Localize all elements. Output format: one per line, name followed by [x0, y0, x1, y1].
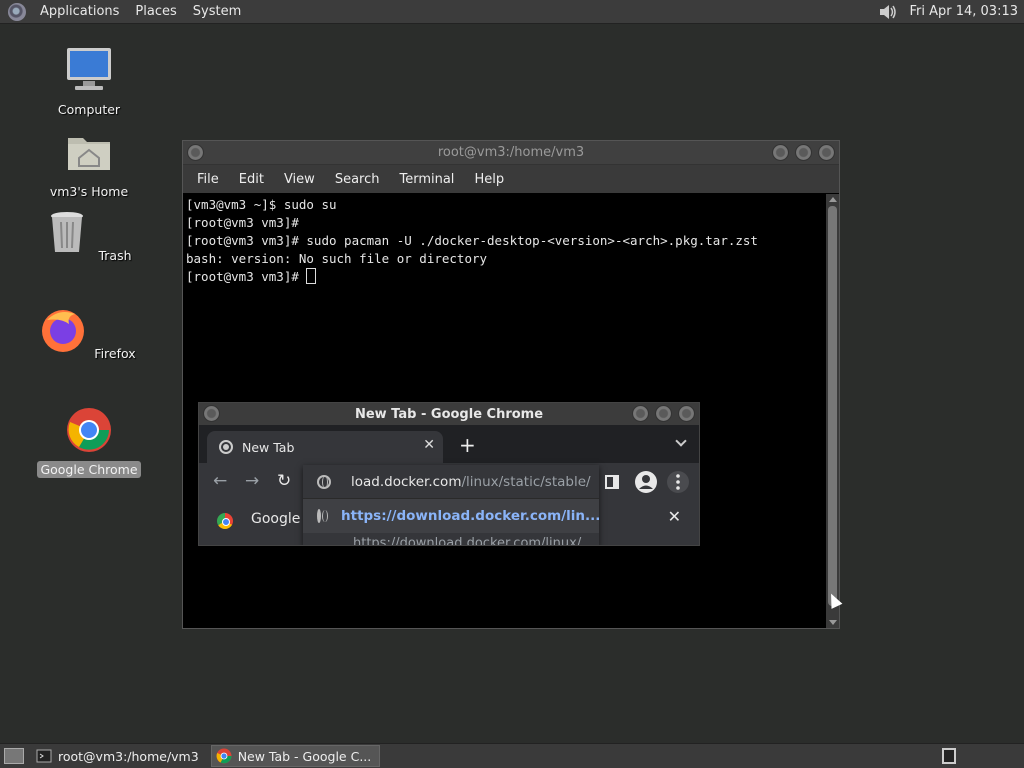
- top-panel: Applications Places System Fri Apr 14, 0…: [0, 0, 1024, 24]
- omnibox-input[interactable]: load.docker.com/linux/static/stable/: [303, 465, 599, 499]
- desktop-icon-label: Firefox: [94, 346, 136, 361]
- google-logo-icon: [217, 513, 233, 529]
- taskbar-item-label: New Tab - Google C...: [237, 748, 372, 764]
- omnibox-suggestion[interactable]: https://download.docker.com/lin...: [303, 499, 601, 533]
- close-icon[interactable]: [678, 405, 695, 422]
- desktop-icon-label: Computer: [57, 102, 121, 117]
- taskbar-item-label: root@vm3:/home/vm3: [58, 748, 199, 764]
- chrome-titlebar[interactable]: New Tab - Google Chrome: [199, 403, 699, 425]
- terminal-line: [vm3@vm3 ~]$ sudo su: [186, 197, 337, 212]
- tab-new-tab[interactable]: New Tab ✕: [207, 431, 443, 463]
- desktop-icon-trash[interactable]: Trash: [34, 208, 144, 264]
- desktop-icon-chrome[interactable]: Google Chrome: [34, 406, 144, 478]
- desktop-icon-label: Google Chrome: [37, 461, 141, 478]
- tab-strip: New Tab ✕ +: [199, 425, 699, 463]
- terminal-prompt-line: [root@vm3 vm3]#: [186, 268, 827, 286]
- bottom-taskbar: root@vm3:/home/vm3 New Tab - Google C...: [0, 743, 1024, 768]
- desktop-icon-label: Trash: [98, 248, 132, 263]
- omnibox-suggestion[interactable]: https://download.docker.com/linux/: [303, 533, 599, 545]
- terminal-prompt: [root@vm3 vm3]#: [186, 269, 307, 284]
- workspace-switcher-icon[interactable]: [942, 748, 956, 764]
- globe-icon: [317, 474, 331, 489]
- desktop-icon-label: vm3's Home: [49, 184, 129, 199]
- terminal-titlebar[interactable]: root@vm3:/home/vm3: [183, 141, 839, 165]
- computer-icon: [67, 48, 111, 90]
- tab-label: New Tab: [242, 439, 295, 455]
- new-tab-plus-icon[interactable]: +: [459, 433, 476, 457]
- terminal-scrollbar[interactable]: [826, 194, 839, 628]
- globe-icon: [317, 509, 328, 523]
- scroll-down-icon[interactable]: [829, 620, 837, 625]
- volume-icon[interactable]: [877, 2, 899, 22]
- minimize-icon[interactable]: [772, 144, 789, 161]
- kebab-menu-icon[interactable]: [667, 471, 689, 493]
- desktop-icon-firefox[interactable]: Firefox: [34, 306, 144, 362]
- tab-search-chevron-icon[interactable]: [675, 435, 687, 447]
- menu-view[interactable]: View: [274, 172, 325, 187]
- clock[interactable]: Fri Apr 14, 03:13: [909, 4, 1018, 19]
- terminal-window[interactable]: root@vm3:/home/vm3 File Edit View Search…: [182, 140, 840, 629]
- close-icon[interactable]: ✕: [668, 507, 681, 526]
- tab-close-icon[interactable]: ✕: [423, 437, 435, 453]
- menu-help[interactable]: Help: [464, 172, 514, 187]
- menu-edit[interactable]: Edit: [229, 172, 274, 187]
- close-icon[interactable]: [818, 144, 835, 161]
- chrome-icon: [216, 748, 232, 764]
- menu-applications[interactable]: Applications: [32, 4, 127, 19]
- firefox-icon: [42, 310, 85, 352]
- menu-search[interactable]: Search: [325, 172, 390, 187]
- terminal-line: [root@vm3 vm3]# sudo pacman -U ./docker-…: [186, 233, 758, 248]
- maximize-icon[interactable]: [795, 144, 812, 161]
- chrome-icon: [67, 408, 111, 452]
- distro-logo-icon[interactable]: [8, 2, 26, 21]
- home-folder-icon: [68, 138, 110, 170]
- terminal-line: [root@vm3 vm3]#: [186, 215, 299, 230]
- menu-system[interactable]: System: [185, 4, 249, 19]
- chrome-window[interactable]: New Tab - Google Chrome New Tab ✕ + ← → …: [198, 402, 700, 546]
- menu-file[interactable]: File: [187, 172, 229, 187]
- taskbar-item-terminal[interactable]: root@vm3:/home/vm3: [32, 745, 207, 767]
- maximize-icon[interactable]: [655, 405, 672, 422]
- suggestion-text: https://download.docker.com/lin...: [341, 508, 601, 524]
- omnibox-dropdown[interactable]: load.docker.com/linux/static/stable/ htt…: [303, 465, 601, 545]
- menu-places[interactable]: Places: [127, 4, 184, 19]
- terminal-title: root@vm3:/home/vm3: [437, 145, 585, 160]
- terminal-line: bash: version: No such file or directory: [186, 251, 488, 266]
- omnibox-text-host: load.docker.com: [351, 473, 462, 490]
- show-desktop-icon[interactable]: [4, 748, 24, 764]
- desktop-icon-home[interactable]: vm3's Home: [34, 128, 144, 200]
- side-panel-icon[interactable]: [605, 475, 619, 489]
- omnibox-text-path: /linux/static/stable/: [461, 473, 591, 490]
- window-menu-icon[interactable]: [203, 405, 220, 422]
- terminal-icon: [36, 749, 52, 763]
- google-shortcut-label[interactable]: Google: [251, 511, 300, 527]
- taskbar-item-chrome[interactable]: New Tab - Google C...: [210, 745, 381, 767]
- terminal-menubar: File Edit View Search Terminal Help: [183, 165, 839, 193]
- reload-icon[interactable]: ↻: [277, 471, 291, 491]
- profile-avatar-icon[interactable]: [635, 471, 657, 493]
- trash-icon: [51, 212, 84, 252]
- forward-arrow-icon[interactable]: →: [245, 471, 259, 491]
- chrome-title: New Tab - Google Chrome: [354, 406, 544, 422]
- text-cursor: [306, 268, 317, 284]
- scroll-up-icon[interactable]: [829, 197, 837, 202]
- back-arrow-icon[interactable]: ←: [213, 471, 227, 491]
- desktop-icon-computer[interactable]: Computer: [34, 46, 144, 118]
- minimize-icon[interactable]: [632, 405, 649, 422]
- chrome-favicon-icon: [219, 440, 233, 454]
- scrollbar-thumb[interactable]: [828, 206, 837, 606]
- window-menu-icon[interactable]: [187, 144, 204, 161]
- menu-terminal[interactable]: Terminal: [389, 172, 464, 187]
